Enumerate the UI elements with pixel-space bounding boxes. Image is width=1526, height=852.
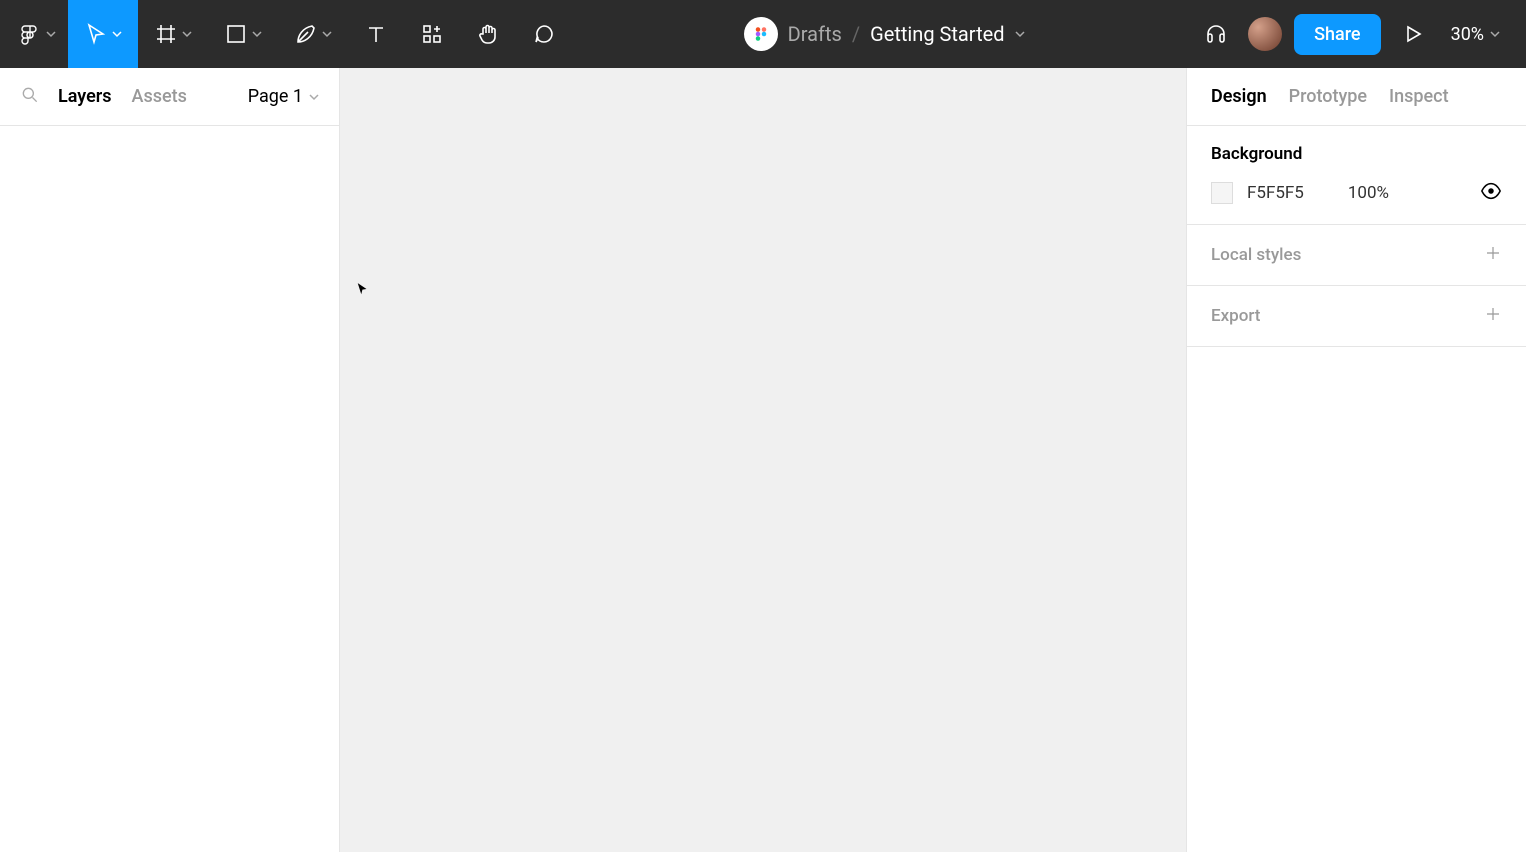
right-panel: Design Prototype Inspect Background F5F5… — [1186, 68, 1526, 852]
eye-icon — [1480, 180, 1502, 202]
chevron-down-icon — [252, 29, 262, 39]
audio-button[interactable] — [1196, 0, 1236, 68]
file-title[interactable]: Getting Started — [870, 22, 1004, 46]
tab-design[interactable]: Design — [1211, 86, 1267, 107]
left-panel: Layers Assets Page 1 — [0, 68, 340, 852]
toolbar-center: Drafts / Getting Started — [572, 17, 1196, 51]
background-title: Background — [1211, 144, 1502, 164]
main-area: Layers Assets Page 1 Design Prototype In… — [0, 68, 1526, 852]
tab-assets[interactable]: Assets — [132, 86, 187, 107]
canvas[interactable] — [340, 68, 1186, 852]
pen-icon — [294, 22, 318, 46]
local-styles-title: Local styles — [1211, 245, 1301, 265]
toolbar-right: Share 30% — [1196, 0, 1526, 68]
background-opacity[interactable]: 100% — [1348, 183, 1389, 203]
figma-menu-button[interactable] — [0, 0, 68, 68]
background-section: Background F5F5F5 100% — [1187, 126, 1526, 225]
figma-logo-icon — [18, 22, 42, 46]
left-panel-header: Layers Assets Page 1 — [0, 68, 339, 126]
chevron-down-icon — [322, 29, 332, 39]
chevron-down-icon — [182, 29, 192, 39]
breadcrumb-separator: / — [852, 22, 860, 46]
canvas-cursor-icon — [356, 282, 370, 296]
tab-prototype[interactable]: Prototype — [1289, 86, 1367, 107]
export-title: Export — [1211, 306, 1260, 326]
add-export-button[interactable] — [1484, 304, 1502, 328]
frame-icon — [154, 22, 178, 46]
top-toolbar: Drafts / Getting Started Share 30% — [0, 0, 1526, 68]
background-value: F5F5F5 100% — [1211, 182, 1389, 204]
components-icon — [420, 22, 444, 46]
chevron-down-icon — [46, 29, 56, 39]
plus-icon — [1484, 244, 1502, 262]
chevron-down-icon — [309, 92, 319, 102]
breadcrumb: Drafts / Getting Started — [788, 22, 1025, 46]
user-avatar[interactable] — [1248, 17, 1282, 51]
hand-tool-button[interactable] — [460, 0, 516, 68]
share-button[interactable]: Share — [1294, 14, 1380, 55]
cursor-icon — [84, 22, 108, 46]
figma-color-icon — [752, 25, 770, 43]
plus-icon — [1484, 305, 1502, 323]
tab-inspect[interactable]: Inspect — [1389, 86, 1449, 107]
left-panel-tabs: Layers Assets — [58, 86, 230, 107]
text-icon — [364, 22, 388, 46]
present-button[interactable] — [1393, 0, 1433, 68]
search-button[interactable] — [20, 85, 40, 109]
visibility-toggle[interactable] — [1480, 180, 1502, 206]
hand-icon — [476, 22, 500, 46]
chevron-down-icon — [112, 29, 122, 39]
headphones-icon — [1204, 22, 1228, 46]
move-tool-button[interactable] — [68, 0, 138, 68]
zoom-value: 30% — [1451, 24, 1484, 45]
pen-tool-button[interactable] — [278, 0, 348, 68]
export-section: Export — [1187, 286, 1526, 347]
text-tool-button[interactable] — [348, 0, 404, 68]
resources-tool-button[interactable] — [404, 0, 460, 68]
shape-tool-button[interactable] — [208, 0, 278, 68]
toolbar-left — [0, 0, 572, 68]
right-panel-tabs: Design Prototype Inspect — [1187, 68, 1526, 126]
background-hex[interactable]: F5F5F5 — [1247, 183, 1304, 203]
color-swatch[interactable] — [1211, 182, 1233, 204]
comment-icon — [532, 22, 556, 46]
play-icon — [1401, 22, 1425, 46]
page-selector[interactable]: Page 1 — [248, 86, 319, 107]
background-row: F5F5F5 100% — [1211, 180, 1502, 206]
breadcrumb-drafts[interactable]: Drafts — [788, 22, 842, 46]
tab-layers[interactable]: Layers — [58, 86, 112, 107]
chevron-down-icon[interactable] — [1015, 29, 1025, 39]
chevron-down-icon — [1490, 29, 1500, 39]
add-local-style-button[interactable] — [1484, 243, 1502, 267]
app-badge[interactable] — [744, 17, 778, 51]
local-styles-section: Local styles — [1187, 225, 1526, 286]
page-selector-label: Page 1 — [248, 86, 303, 107]
rectangle-icon — [224, 22, 248, 46]
frame-tool-button[interactable] — [138, 0, 208, 68]
search-icon — [20, 85, 40, 105]
comment-tool-button[interactable] — [516, 0, 572, 68]
zoom-control[interactable]: 30% — [1445, 24, 1506, 45]
